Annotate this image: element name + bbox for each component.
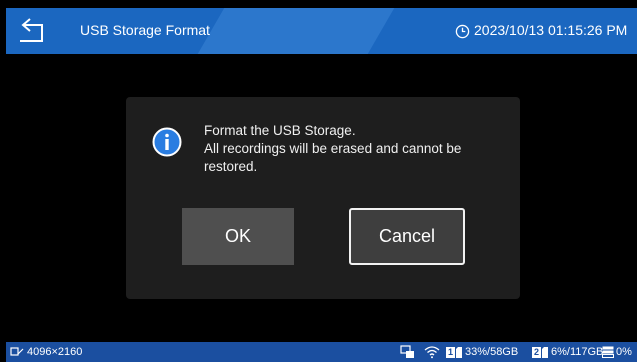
info-icon	[152, 127, 182, 157]
status-bar: 4096×2160 1 33%/58GB 2 6%/117GB 0%	[6, 342, 637, 362]
slot-2-status: 2 6%/117GB	[532, 346, 603, 358]
ok-button[interactable]: OK	[182, 208, 294, 265]
back-arrow-icon[interactable]	[16, 16, 46, 46]
message-line-1: Format the USB Storage.	[204, 123, 356, 138]
video-input-icon	[10, 347, 24, 356]
storage-usage: 0%	[616, 346, 632, 358]
dialog-message: Format the USB Storage. All recordings w…	[204, 122, 461, 176]
cancel-button[interactable]: Cancel	[349, 208, 465, 265]
format-dialog: Format the USB Storage. All recordings w…	[126, 97, 520, 299]
page-title: USB Storage Format	[80, 22, 210, 38]
top-bar: USB Storage Format 2023/10/13 01:15:26 P…	[6, 8, 637, 54]
datetime: 2023/10/13 01:15:26 PM	[474, 22, 628, 38]
storage-status: 0%	[602, 346, 632, 358]
slot-2-badge: 2	[532, 346, 541, 358]
clock-icon	[455, 24, 470, 39]
storage-drive-icon	[602, 346, 614, 358]
resolution-text: 4096×2160	[27, 346, 83, 358]
network-status-icon	[400, 345, 414, 358]
slot-2-usage: 6%/117GB	[551, 346, 604, 358]
resolution-indicator: 4096×2160	[10, 346, 82, 358]
slot-1-badge: 1	[446, 346, 455, 358]
wifi-icon	[424, 346, 440, 359]
sd-card-icon	[456, 346, 462, 358]
sd-card-icon	[542, 346, 548, 358]
message-line-2: All recordings will be erased and cannot…	[204, 141, 462, 156]
message-line-3: restored.	[204, 159, 258, 174]
slot-1-status: 1 33%/58GB	[446, 346, 518, 358]
header-sheen	[197, 8, 395, 54]
slot-1-usage: 33%/58GB	[465, 346, 519, 358]
